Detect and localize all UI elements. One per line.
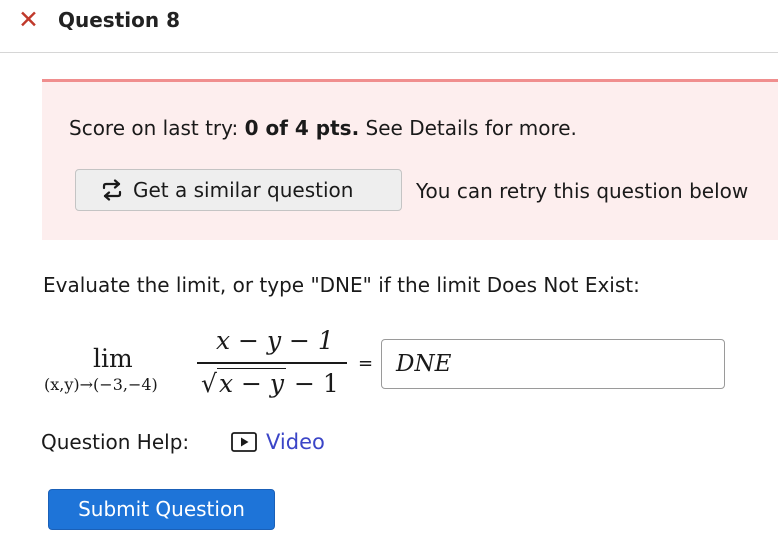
limit-subscript: (x,y)→(−3,−4) (44, 375, 158, 394)
similar-question-button[interactable]: Get a similar question (75, 169, 402, 211)
score-text: Score on last try: 0 of 4 pts. See Detai… (69, 116, 577, 140)
equals-sign: = (358, 353, 374, 374)
question-header: ✕ Question 8 (0, 0, 778, 53)
answer-input[interactable]: DNE (381, 339, 725, 389)
video-label: Video (266, 430, 325, 454)
fraction-numerator: x − y − 1 (216, 326, 334, 355)
refresh-icon (102, 179, 122, 201)
score-value: 0 of 4 pts. (244, 116, 360, 140)
fraction-denominator: √x − y − 1 (201, 368, 339, 398)
question-prompt: Evaluate the limit, or type "DNE" if the… (43, 273, 640, 297)
radicand: x − y (216, 368, 287, 398)
question-help-label: Question Help: (41, 430, 190, 454)
play-icon (231, 432, 257, 452)
retry-text: You can retry this question below (416, 179, 749, 203)
close-icon[interactable]: ✕ (18, 6, 39, 34)
score-notice: Score on last try: 0 of 4 pts. See Detai… (42, 79, 778, 240)
similar-question-label: Get a similar question (133, 178, 354, 202)
limit-operator: lim (93, 344, 133, 373)
question-title: Question 8 (58, 8, 180, 32)
submit-question-button[interactable]: Submit Question (48, 489, 275, 530)
fraction-bar (197, 362, 347, 364)
